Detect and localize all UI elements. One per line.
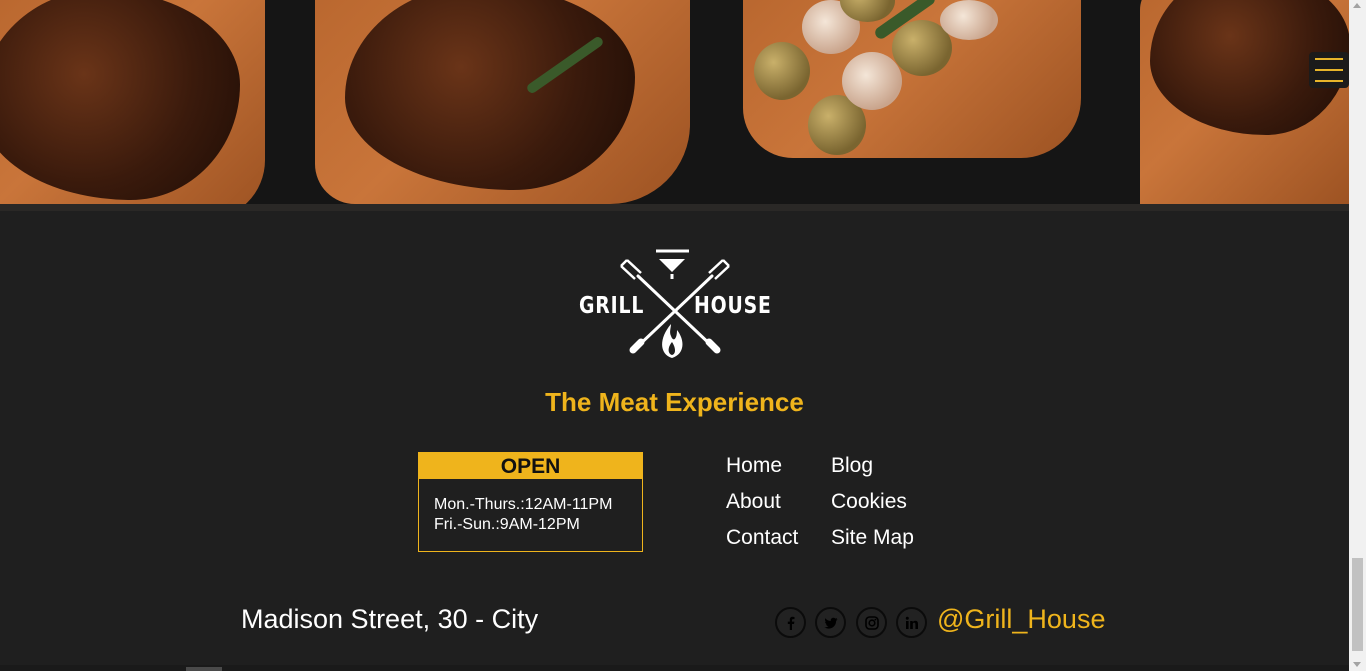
opening-hours-title: OPEN: [419, 453, 642, 479]
hero-food-image: [0, 0, 1349, 204]
steak-image: [0, 0, 240, 200]
shrimp-image: [940, 0, 998, 40]
horizontal-scroll-indicator: [186, 667, 222, 671]
scrollbar-thumb[interactable]: [1352, 558, 1363, 651]
nav-link-site-map[interactable]: Site Map: [831, 526, 914, 550]
tagline: The Meat Experience: [545, 387, 804, 417]
twitter-icon[interactable]: [815, 607, 846, 638]
footer-nav: Home About Contact Blog Cookies Site Map: [726, 452, 986, 562]
hours-weekday: Mon.-Thurs.:12AM-11PM: [434, 496, 613, 513]
nav-link-home[interactable]: Home: [726, 454, 782, 478]
address: Madison Street, 30 - City: [241, 604, 539, 634]
nav-link-blog[interactable]: Blog: [831, 454, 873, 478]
hours-weekend: Fri.-Sun.:9AM-12PM: [434, 516, 580, 533]
nav-link-about[interactable]: About: [726, 490, 781, 514]
facebook-icon[interactable]: [775, 607, 806, 638]
nav-link-contact[interactable]: Contact: [726, 526, 798, 550]
grill-house-logo[interactable]: GRILL HOUSE: [579, 246, 771, 364]
scroll-up-arrow-icon[interactable]: [1353, 3, 1361, 8]
linkedin-icon[interactable]: [896, 607, 927, 638]
nav-link-cookies[interactable]: Cookies: [831, 490, 907, 514]
logo-text-right: HOUSE: [694, 293, 772, 319]
hamburger-menu-icon[interactable]: [1309, 52, 1349, 88]
scroll-down-arrow-icon[interactable]: [1353, 662, 1361, 667]
vertical-scrollbar[interactable]: [1349, 0, 1366, 671]
potato-image: [754, 42, 810, 100]
social-handle[interactable]: @Grill_House: [937, 604, 1105, 635]
shrimp-image: [842, 52, 902, 110]
logo-text-left: GRILL: [579, 293, 645, 319]
hero-divider: [0, 204, 1349, 211]
opening-hours-box: OPEN Mon.-Thurs.:12AM-11PM Fri.-Sun.:9AM…: [418, 452, 643, 552]
instagram-icon[interactable]: [856, 607, 887, 638]
